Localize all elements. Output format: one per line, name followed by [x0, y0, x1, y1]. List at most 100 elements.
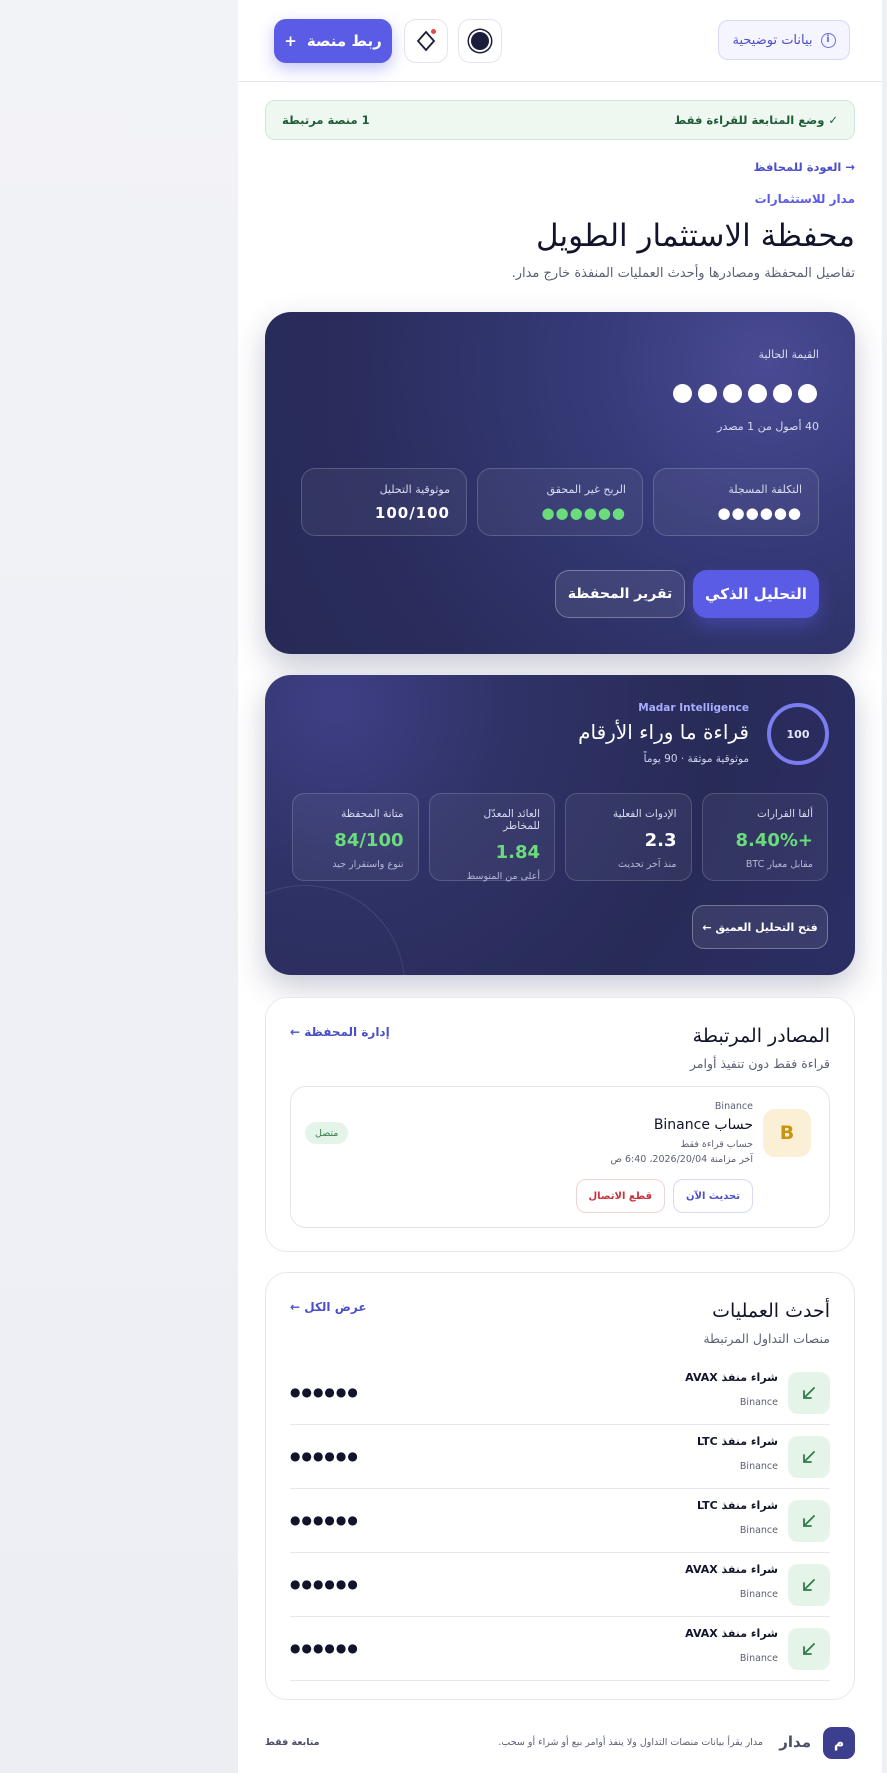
stat-value: 100/100 [374, 504, 450, 522]
sources-subtitle: قراءة فقط دون تنفيذ أوامر [689, 1056, 830, 1071]
metric-value: 2.3 [644, 830, 677, 851]
list-item[interactable]: شراء منفذ AVAX Binance ●●●●●● [290, 1361, 830, 1425]
metric-note: مقابل معيار BTC [745, 859, 813, 870]
transaction-name: شراء منفذ AVAX [685, 1627, 778, 1640]
metric-label: متانة المحفظة [341, 808, 404, 820]
source-last-sync: آخر مزامنة 2026/20/04، 6:40 ص [610, 1154, 753, 1165]
transaction-name: شراء منفذ AVAX [685, 1563, 778, 1576]
masked-value [673, 384, 817, 403]
transaction-exchange: Binance [739, 1653, 778, 1664]
back-to-portfolios-link[interactable]: → العودة للمحافظ [754, 160, 855, 174]
transaction-amount: ●●●●●● [290, 1449, 359, 1463]
status-badge: متصل [305, 1122, 349, 1144]
metric-label: ألفا القرارات [757, 808, 813, 820]
stat-unrealized-profit: الربح غير المحقق ●●●●●● [477, 468, 643, 536]
read-only-banner: ✓ وضع المتابعة للقراءة فقط 1 منصة مرتبطة [265, 100, 855, 140]
theme-toggle-button[interactable] [458, 19, 502, 63]
transaction-name: شراء منفذ LTC [696, 1499, 778, 1512]
source-account-name: حساب Binance [653, 1117, 753, 1133]
list-item[interactable]: شراء منفذ AVAX Binance ●●●●●● [290, 1553, 830, 1617]
theme-icon [471, 32, 489, 50]
metric-decision-alpha: ألفا القرارات +8.40% مقابل معيار BTC [701, 793, 828, 881]
sync-now-button[interactable]: تحديث الآن [673, 1179, 753, 1213]
transaction-exchange: Binance [739, 1461, 778, 1472]
transaction-amount: ●●●●●● [290, 1513, 359, 1527]
transaction-exchange: Binance [739, 1589, 778, 1600]
binance-logo-icon: B [763, 1109, 811, 1157]
arrow-down-left-icon [788, 1500, 830, 1542]
stat-label: الربح غير المحقق [546, 483, 626, 496]
portfolio-summary-card: القيمة الحالية 40 أصول من 1 مصدر التكلفة… [265, 312, 855, 654]
intelligence-brand: Madar Intelligence [638, 702, 749, 714]
transaction-amount: ●●●●●● [290, 1577, 359, 1591]
linked-count-text: 1 منصة مرتبطة [282, 113, 370, 127]
metric-value: +8.40% [735, 830, 813, 851]
stat-label: موثوقية التحليل [379, 483, 450, 496]
list-item[interactable]: شراء منفذ LTC Binance ●●●●●● [290, 1489, 830, 1553]
intelligence-card: 100 Madar Intelligence قراءة ما وراء الأ… [265, 675, 855, 975]
portfolio-report-button[interactable]: تقرير المحفظة [555, 570, 685, 618]
stat-value: ●●●●●● [717, 504, 802, 522]
read-only-text: ✓ وضع المتابعة للقراءة فقط [674, 113, 838, 127]
transaction-exchange: Binance [739, 1525, 778, 1536]
deep-analysis-button[interactable]: فتح التحليل العميق ← [692, 905, 828, 949]
transactions-list: شراء منفذ AVAX Binance ●●●●●● شراء منفذ … [290, 1361, 830, 1681]
metric-risk-adjusted-return: العائد المعدّل للمخاطر 1.84 أعلى من المت… [428, 793, 555, 882]
arrow-down-left-icon [788, 1436, 830, 1478]
arrow-down-left-icon [788, 1372, 830, 1414]
intelligence-subtitle: موثوقية موثقة · 90 يوماً [643, 753, 749, 765]
arrow-down-left-icon [788, 1564, 830, 1606]
source-actions: تحديث الآن قطع الاتصال [575, 1179, 753, 1213]
arrow-down-left-icon [788, 1628, 830, 1670]
intelligence-title: قراءة ما وراء الأرقام [578, 720, 749, 744]
footer: م مدار مدار يقرأ بيانات منصات التداول ول… [265, 1726, 855, 1760]
link-platform-label: ربط منصة [306, 32, 382, 50]
stat-value: ●●●●●● [541, 504, 626, 522]
transaction-name: شراء منفذ LTC [696, 1435, 778, 1448]
demo-data-button[interactable]: i بيانات توضيحية [718, 20, 850, 60]
footer-brand: مدار [779, 1733, 811, 1751]
transactions-subtitle: منصات التداول المرتبطة [703, 1331, 830, 1346]
intelligence-metrics: ألفا القرارات +8.40% مقابل معيار BTC الإ… [292, 793, 828, 882]
metric-label: الإدوات الفعلية [612, 808, 677, 820]
page-title: محفظة الاستثمار الطويل [536, 218, 855, 254]
metric-value: 1.84 [495, 842, 540, 863]
current-value-label: القيمة الحالية [758, 348, 819, 361]
view-all-link[interactable]: عرض الكل ← [290, 1300, 367, 1314]
transaction-name: شراء منفذ AVAX [685, 1371, 778, 1384]
source-item: B Binance حساب Binance حساب قراءة فقط آخ… [290, 1086, 830, 1228]
list-item[interactable]: شراء منفذ AVAX Binance ●●●●●● [290, 1617, 830, 1681]
portfolio-actions: التحليل الذكي تقرير المحفظة [555, 570, 819, 618]
info-icon: i [820, 32, 836, 48]
plus-icon: + [284, 32, 297, 50]
metric-value: 84/100 [334, 830, 404, 851]
sources-title: المصادر المرتبطة [692, 1025, 830, 1047]
metric-label: العائد المعدّل للمخاطر [483, 808, 540, 832]
link-platform-button[interactable]: ربط منصة + [274, 19, 392, 63]
footer-follow-only: متابعة فقط [265, 1737, 320, 1748]
metric-note: أعلى من المتوسط [466, 871, 540, 882]
brand-breadcrumb[interactable]: مدار للاستثمارات [755, 192, 855, 206]
source-mode: حساب قراءة فقط [680, 1139, 753, 1150]
footer-logo: م [823, 1727, 855, 1759]
disconnect-button[interactable]: قطع الاتصال [575, 1179, 666, 1213]
manage-portfolio-link[interactable]: إدارة المحفظة ← [290, 1025, 390, 1039]
stat-recorded-cost: التكلفة المسجلة ●●●●●● [653, 468, 819, 536]
portfolio-stats: التكلفة المسجلة ●●●●●● الربح غير المحقق … [301, 468, 819, 536]
transaction-amount: ●●●●●● [290, 1641, 359, 1655]
stat-analysis-reliability: موثوقية التحليل 100/100 [301, 468, 467, 536]
metric-portfolio-robustness: متانة المحفظة 84/100 تنوع واستقرار جيد [292, 793, 419, 881]
recent-transactions-card: أحدث العمليات منصات التداول المرتبطة عرض… [265, 1272, 855, 1700]
score-ring: 100 [767, 703, 829, 765]
notification-dot [431, 29, 436, 34]
source-exchange-tag: Binance [714, 1101, 753, 1112]
list-item[interactable]: شراء منفذ LTC Binance ●●●●●● [290, 1425, 830, 1489]
top-bar: i بيانات توضيحية ربط منصة + [238, 0, 882, 82]
notifications-button[interactable] [404, 19, 448, 63]
linked-sources-card: المصادر المرتبطة قراءة فقط دون تنفيذ أوا… [265, 997, 855, 1252]
smart-analysis-button[interactable]: التحليل الذكي [693, 570, 819, 618]
metric-actual-tools: الإدوات الفعلية 2.3 منذ آخر تحديث [565, 793, 692, 881]
transaction-amount: ●●●●●● [290, 1385, 359, 1399]
demo-data-label: بيانات توضيحية [732, 32, 813, 48]
assets-count: 40 أصول من 1 مصدر [717, 420, 819, 433]
